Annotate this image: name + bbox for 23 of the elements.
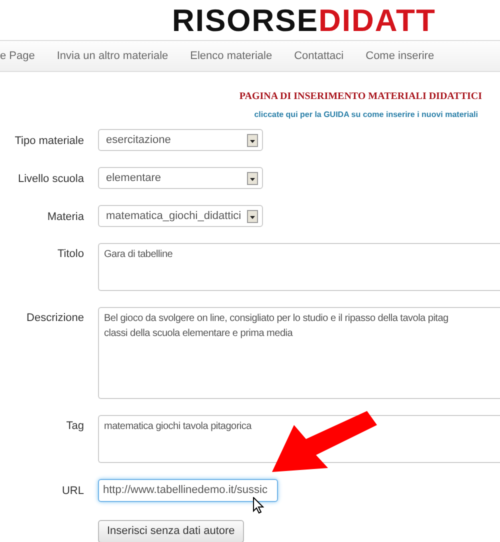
field-label: Tag — [66, 419, 84, 434]
nav-link[interactable]: Invia un altro materiale — [56, 48, 168, 64]
select-field[interactable]: elementare — [98, 167, 263, 189]
select-field[interactable]: esercitazione — [98, 129, 263, 151]
nav-link[interactable]: e Page — [0, 48, 35, 64]
submit-button[interactable]: Inserisci senza dati autore — [98, 520, 244, 542]
select-field[interactable]: matematica_giochi_didattici — [98, 205, 263, 227]
mouse-cursor-icon — [253, 497, 264, 514]
field-label: Materia — [47, 210, 84, 225]
text-area[interactable]: Gara di tabelline — [98, 243, 500, 291]
site-logo[interactable]: RISORSEDIDATT — [172, 4, 436, 38]
field-label: Tipo materiale — [14, 134, 84, 149]
field-label: URL — [62, 484, 84, 499]
page-heading: PAGINA DI INSERIMENTO MATERIALI DIDATTICI — [239, 90, 482, 104]
guide-link[interactable]: cliccate qui per la GUIDA su come inserire i nuovi materiali — [254, 109, 478, 121]
field-label: Livello scuola — [18, 172, 84, 187]
field-label: Descrizione — [26, 311, 84, 326]
url-input-field[interactable]: http://www.tabellinedemo.it/sussic — [98, 479, 278, 502]
field-label: Titolo — [58, 247, 84, 262]
nav-link[interactable]: Elenco materiale — [190, 48, 272, 64]
nav-link[interactable]: Contattaci — [294, 48, 344, 64]
nav-link[interactable]: Come inserire — [366, 48, 434, 64]
text-area[interactable]: Bel gioco da svolgere on line, consigliato per lo studio e il ripasso della tavola pitag classi della scuola elementare e prima media — [98, 307, 500, 399]
